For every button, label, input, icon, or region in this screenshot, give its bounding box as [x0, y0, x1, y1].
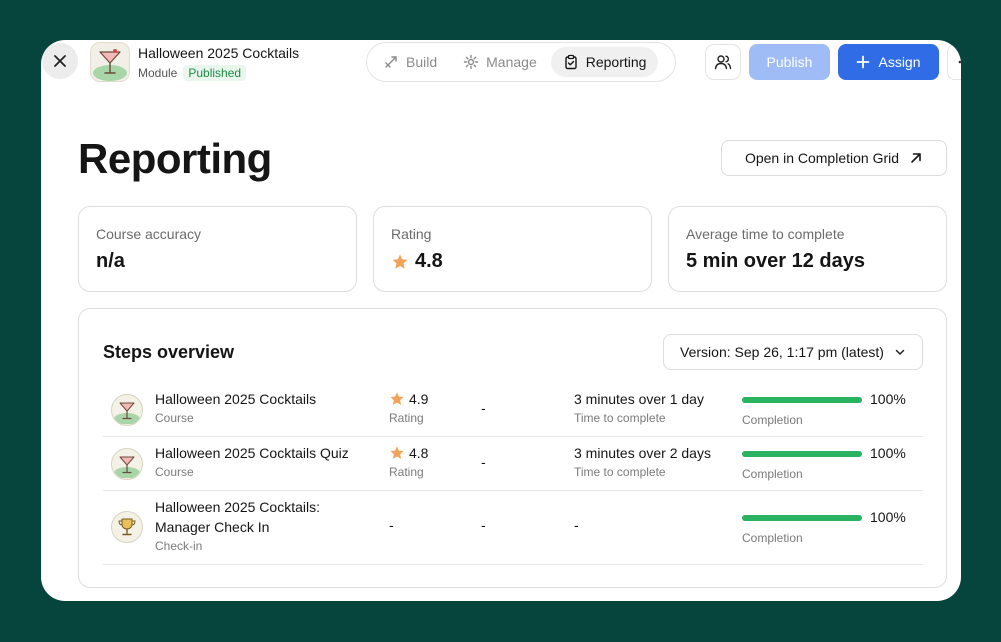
assign-label: Assign — [878, 54, 921, 70]
step-rating: 4.9 — [389, 391, 428, 407]
stat-card-average-time: Average time to complete 5 min over 12 d… — [668, 206, 947, 292]
star-icon — [390, 392, 404, 405]
assign-button[interactable]: Assign — [838, 44, 939, 80]
completion-percent: 100% — [870, 509, 906, 525]
chevron-down-icon — [895, 349, 905, 355]
table-row[interactable]: Halloween 2025 Cocktails Course 4.9 Rati… — [103, 383, 923, 437]
completion-label: Completion — [742, 467, 803, 481]
stat-label: Rating — [391, 226, 432, 242]
tab-bar: Build Manage Reporting — [366, 42, 676, 82]
rating-label: Rating — [389, 411, 424, 425]
stat-card-rating: Rating 4.8 — [373, 206, 652, 292]
trophy-icon — [118, 518, 136, 536]
status-badge: Published — [183, 65, 247, 81]
time-label: Time to complete — [574, 411, 666, 425]
users-button[interactable] — [705, 44, 741, 80]
completion-label: Completion — [742, 413, 803, 427]
step-accuracy: - — [481, 517, 486, 533]
completion-bar — [742, 451, 862, 457]
stat-value: 4.8 — [391, 250, 443, 273]
completion-bar — [742, 515, 862, 521]
step-type: Course — [155, 411, 194, 425]
stat-value: 5 min over 12 days — [686, 250, 865, 273]
module-meta: Module Published — [138, 65, 247, 81]
step-thumbnail — [111, 511, 143, 543]
close-icon — [54, 55, 66, 67]
module-thumbnail — [90, 42, 130, 82]
step-type: Course — [155, 465, 194, 479]
completion-label: Completion — [742, 531, 803, 545]
star-icon — [390, 446, 404, 459]
step-rating: 4.8 — [389, 445, 428, 461]
module-title: Halloween 2025 Cocktails — [138, 45, 300, 61]
star-icon — [392, 254, 408, 269]
users-icon — [714, 55, 732, 70]
more-icon — [958, 60, 961, 64]
arrow-up-right-icon — [911, 153, 921, 163]
version-select[interactable]: Version: Sep 26, 1:17 pm (latest) — [663, 334, 923, 370]
step-name: Halloween 2025 Cocktails — [155, 391, 317, 407]
more-button[interactable] — [947, 44, 961, 80]
completion-bar-fill — [742, 397, 862, 403]
step-time: - — [574, 517, 579, 533]
step-time: 3 minutes over 2 days — [574, 445, 711, 461]
tab-manage[interactable]: Manage — [451, 47, 549, 77]
steps-overview-title: Steps overview — [103, 342, 235, 362]
version-label: Version: Sep 26, 1:17 pm (latest) — [680, 344, 884, 360]
step-thumbnail — [111, 394, 143, 426]
step-name: Halloween 2025 Cocktails Quiz — [155, 445, 349, 461]
tab-reporting-label: Reporting — [585, 54, 647, 70]
step-name: Halloween 2025 Cocktails: Manager Check … — [155, 499, 320, 535]
open-completion-grid-label: Open in Completion Grid — [744, 150, 900, 166]
step-thumbnail — [111, 448, 143, 480]
time-label: Time to complete — [574, 465, 666, 479]
gear-icon — [463, 54, 479, 70]
reporting-window: Halloween 2025 Cocktails Module Publishe… — [41, 40, 961, 601]
tab-reporting[interactable]: Reporting — [550, 47, 659, 77]
completion-percent: 100% — [870, 445, 906, 461]
cocktail-icon — [114, 402, 140, 424]
completion-percent: 100% — [870, 391, 906, 407]
step-rating-value: 4.9 — [409, 391, 429, 407]
stat-label: Course accuracy — [96, 226, 202, 242]
tab-build[interactable]: Build — [371, 47, 449, 77]
step-time: 3 minutes over 1 day — [574, 391, 704, 407]
rating-label: Rating — [389, 465, 424, 479]
publish-button[interactable]: Publish — [749, 44, 830, 80]
step-rating-value: 4.8 — [409, 445, 429, 461]
plus-icon — [857, 55, 870, 69]
table-row[interactable]: Halloween 2025 Cocktails: Manager Check … — [103, 491, 923, 565]
build-icon — [385, 56, 397, 68]
tab-build-label: Build — [406, 54, 438, 70]
stat-card-course-accuracy: Course accuracy n/a — [78, 206, 357, 292]
cocktail-icon — [93, 49, 127, 81]
clipboard-icon — [565, 54, 577, 70]
stat-value-text: n/a — [96, 250, 125, 272]
open-completion-grid-button[interactable]: Open in Completion Grid — [721, 140, 947, 176]
step-rating-value: - — [389, 517, 394, 533]
steps-overview-card: Steps overview Version: Sep 26, 1:17 pm … — [78, 308, 947, 588]
stat-value: n/a — [96, 250, 125, 273]
table-row[interactable]: Halloween 2025 Cocktails Quiz Course 4.8… — [103, 437, 923, 491]
tab-manage-label: Manage — [486, 54, 537, 70]
step-accuracy: - — [481, 454, 486, 470]
step-accuracy: - — [481, 400, 486, 416]
page-title: Reporting — [78, 135, 272, 182]
stat-value-text: 5 min over 12 days — [686, 250, 865, 272]
stat-label: Average time to complete — [686, 226, 845, 242]
cocktail-icon — [114, 456, 140, 478]
step-type: Check-in — [155, 539, 203, 553]
completion-bar — [742, 397, 862, 403]
close-button[interactable] — [42, 43, 78, 79]
completion-bar-fill — [742, 515, 862, 521]
completion-bar-fill — [742, 451, 862, 457]
module-type: Module — [138, 66, 178, 80]
stat-value-text: 4.8 — [415, 250, 443, 272]
